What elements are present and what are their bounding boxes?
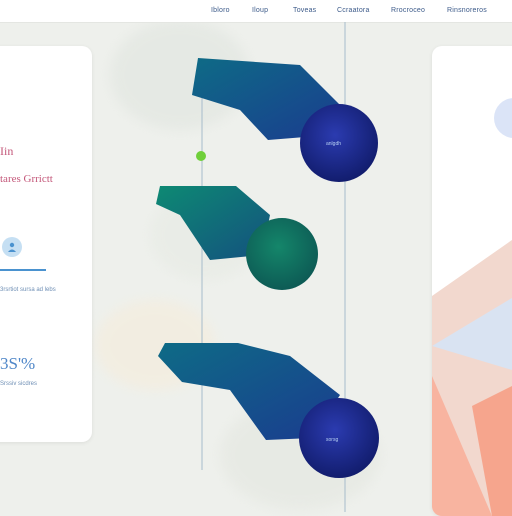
node-label: sorsg (326, 437, 339, 443)
connector-dot (196, 151, 206, 161)
flow-diagram (156, 22, 379, 512)
flow-node-orb[interactable] (299, 398, 379, 478)
node-label: anlgdh (326, 141, 342, 147)
flow-node-orb[interactable] (246, 218, 318, 290)
